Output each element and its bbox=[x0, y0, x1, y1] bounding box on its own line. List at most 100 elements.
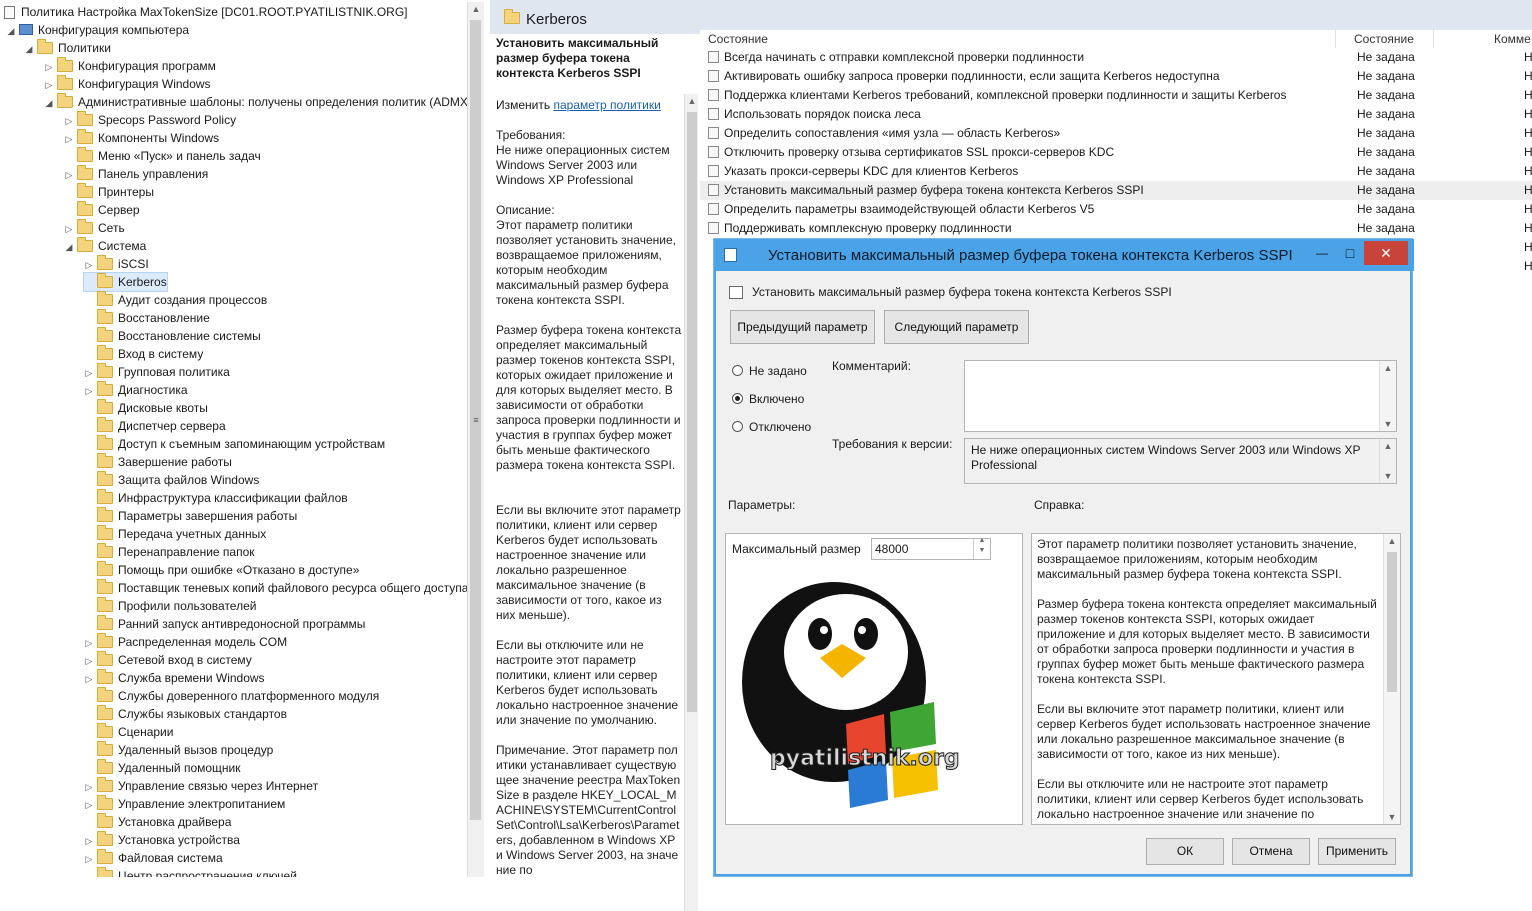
tree-item[interactable]: Профили пользователей bbox=[84, 596, 256, 615]
close-icon[interactable]: ✕ bbox=[1364, 241, 1408, 265]
disabled-radio[interactable] bbox=[732, 421, 743, 432]
scroll-up-icon[interactable]: ▲ bbox=[1380, 441, 1396, 451]
setting-row[interactable]: Определить параметры взаимодействующей о… bbox=[700, 200, 1532, 219]
tree-item[interactable]: Удаленный вызов процедур bbox=[84, 740, 273, 759]
collapse-arrow-icon[interactable]: ◢ bbox=[64, 238, 74, 256]
tree-item[interactable]: Сервер bbox=[64, 200, 140, 219]
scroll-up-icon[interactable]: ▲ bbox=[1380, 363, 1396, 373]
tree-item[interactable]: Сценарии bbox=[84, 722, 173, 741]
setting-row[interactable]: Поддерживать комплексную проверку подлин… bbox=[700, 219, 1532, 238]
help-scrollbar[interactable]: ▲ ▼ bbox=[1383, 534, 1400, 824]
tree-item[interactable]: ▷ Установка устройства bbox=[84, 830, 240, 850]
tree-item[interactable]: ▷ Групповая политика bbox=[84, 362, 230, 382]
tree-item[interactable]: ▷ Конфигурация программ bbox=[44, 56, 216, 75]
tree-item[interactable]: Помощь при ошибке «Отказано в доступе» bbox=[84, 560, 359, 579]
tree-item[interactable]: Службы языковых стандартов bbox=[84, 704, 287, 723]
tree-item[interactable]: Ранний запуск антивредоносной программы bbox=[84, 614, 365, 633]
cancel-button[interactable]: Отмена bbox=[1232, 838, 1310, 865]
expand-arrow-icon[interactable]: ▷ bbox=[84, 796, 94, 814]
expand-arrow-icon[interactable]: ▷ bbox=[84, 778, 94, 796]
tree-item[interactable]: Восстановление bbox=[84, 308, 210, 327]
tree-item[interactable]: ▷ Управление связью через Интернет bbox=[84, 776, 318, 796]
previous-setting-button[interactable]: Предыдущий параметр bbox=[730, 310, 875, 344]
next-setting-button[interactable]: Следующий параметр bbox=[884, 310, 1029, 344]
description-scroll-thumb[interactable] bbox=[687, 112, 697, 712]
scroll-down-icon[interactable]: ▼ bbox=[1380, 419, 1396, 429]
tree-item[interactable]: Защита файлов Windows bbox=[84, 470, 259, 489]
tree-item[interactable]: ▷ Служба времени Windows bbox=[84, 668, 265, 688]
tree-item[interactable]: ◢ Административные шаблоны: получены опре… bbox=[44, 92, 468, 112]
spin-down-icon[interactable]: ▼ bbox=[974, 547, 990, 554]
tree-item[interactable]: ▷ Компоненты Windows bbox=[64, 128, 219, 148]
setting-row[interactable]: Определить сопоставления «имя узла — обл… bbox=[700, 124, 1532, 143]
tree-item[interactable]: Меню «Пуск» и панель задач bbox=[64, 146, 261, 165]
tree-item[interactable]: ▷ Файловая система bbox=[84, 848, 223, 867]
expand-arrow-icon[interactable]: ▷ bbox=[84, 652, 94, 670]
tree-item[interactable]: ▷ Specops Password Policy bbox=[64, 110, 236, 130]
tree-item[interactable]: ▷ Распределенная модель COM bbox=[84, 632, 287, 652]
not-configured-radio[interactable] bbox=[732, 365, 743, 376]
setting-row[interactable]: Поддержка клиентами Kerberos требований,… bbox=[700, 86, 1532, 105]
scroll-up-icon[interactable]: ▲ bbox=[468, 4, 484, 14]
tree-item[interactable]: Аудит создания процессов bbox=[84, 290, 267, 309]
tree-item[interactable]: Kerberos bbox=[83, 272, 168, 292]
collapse-arrow-icon[interactable]: ◢ bbox=[44, 94, 54, 112]
tree-item[interactable]: Вход в систему bbox=[84, 344, 203, 363]
version-scrollbar[interactable]: ▲ ▼ bbox=[1379, 439, 1396, 483]
comment-scrollbar[interactable]: ▲ ▼ bbox=[1379, 361, 1396, 431]
tree-item[interactable]: Службы доверенного платформенного модуля bbox=[84, 686, 379, 705]
setting-row[interactable]: Активировать ошибку запроса проверки под… bbox=[700, 67, 1532, 86]
tree-item[interactable]: ▷ iSCSI bbox=[84, 254, 149, 274]
dialog-titlebar[interactable]: Установить максимальный размер буфера то… bbox=[714, 239, 1414, 271]
expand-arrow-icon[interactable]: ▷ bbox=[64, 112, 74, 130]
expand-arrow-icon[interactable]: ▷ bbox=[64, 130, 74, 148]
expand-arrow-icon[interactable]: ▷ bbox=[64, 166, 74, 184]
expand-arrow-icon[interactable]: ▷ bbox=[84, 670, 94, 688]
tree-item[interactable]: Установка драйвера bbox=[84, 812, 231, 831]
tree-item[interactable]: ▷ Сетевой вход в систему bbox=[84, 650, 252, 670]
tree-item[interactable]: Параметры завершения работы bbox=[84, 506, 297, 525]
column-header-comment[interactable]: Комме bbox=[1434, 30, 1532, 48]
column-header-setting[interactable]: Состояние bbox=[700, 30, 1336, 48]
tree-item[interactable]: ◢ Конфигурация компьютера bbox=[6, 21, 190, 40]
maximize-icon[interactable]: □ bbox=[1336, 243, 1364, 265]
tree-item[interactable]: ▷ Панель управления bbox=[64, 164, 208, 184]
help-scroll-thumb[interactable] bbox=[1387, 552, 1397, 692]
tree-item[interactable]: Дисковые квоты bbox=[84, 398, 208, 417]
tree-item[interactable]: ▷ Сеть bbox=[64, 218, 125, 238]
expand-arrow-icon[interactable]: ▷ bbox=[84, 832, 94, 850]
tree-item[interactable]: ▷ Диагностика bbox=[84, 380, 188, 400]
tree-item[interactable]: Доступ к съемным запоминающим устройства… bbox=[84, 434, 385, 453]
collapse-arrow-icon[interactable]: ◢ bbox=[6, 22, 16, 40]
setting-row[interactable]: Использовать порядок поиска леса Не задан… bbox=[700, 105, 1532, 124]
spin-up-icon[interactable]: ▲ bbox=[974, 537, 990, 544]
expand-arrow-icon[interactable]: ▷ bbox=[84, 364, 94, 382]
tree-scrollbar[interactable]: ▲ ≡ bbox=[467, 2, 484, 877]
tree-item[interactable]: Центр распространения ключей bbox=[84, 866, 297, 877]
setting-row[interactable]: Указать прокси-серверы KDC для клиентов … bbox=[700, 162, 1532, 181]
tree-root[interactable]: Политика Настройка MaxTokenSize [DC01.RO… bbox=[4, 3, 408, 21]
scroll-down-icon[interactable]: ▼ bbox=[1384, 812, 1400, 822]
tree-item[interactable]: Инфраструктура классификации файлов bbox=[84, 488, 348, 507]
expand-arrow-icon[interactable]: ▷ bbox=[84, 382, 94, 400]
enabled-radio[interactable] bbox=[732, 393, 743, 404]
minimize-icon[interactable]: — bbox=[1308, 243, 1336, 265]
scroll-down-icon[interactable]: ▼ bbox=[1380, 471, 1396, 481]
tree-item[interactable]: ◢ Система bbox=[64, 236, 146, 256]
tree-item[interactable]: ▷ Конфигурация Windows bbox=[44, 74, 211, 94]
column-header-state[interactable]: Состояние bbox=[1336, 30, 1434, 48]
tree-item[interactable]: Принтеры bbox=[64, 182, 154, 201]
tree-item[interactable]: Перенаправление папок bbox=[84, 542, 255, 561]
setting-row[interactable]: Всегда начинать с отправки комплексной п… bbox=[700, 48, 1532, 67]
expand-arrow-icon[interactable]: ▷ bbox=[44, 76, 54, 94]
expand-arrow-icon[interactable]: ▷ bbox=[84, 634, 94, 652]
comment-field[interactable]: ▲ ▼ bbox=[964, 360, 1397, 432]
expand-arrow-icon[interactable]: ▷ bbox=[64, 220, 74, 238]
max-size-input[interactable]: 48000 ▲ ▼ bbox=[871, 537, 991, 560]
tree-item[interactable]: Диспетчер сервера bbox=[84, 416, 226, 435]
tree-item[interactable]: Восстановление системы bbox=[84, 326, 261, 345]
expand-arrow-icon[interactable]: ▷ bbox=[84, 256, 94, 274]
collapse-arrow-icon[interactable]: ◢ bbox=[24, 40, 34, 58]
tree-item[interactable]: Поставщик теневых копий файлового ресурс… bbox=[84, 578, 468, 597]
description-scrollbar[interactable]: ▲ bbox=[684, 94, 698, 911]
